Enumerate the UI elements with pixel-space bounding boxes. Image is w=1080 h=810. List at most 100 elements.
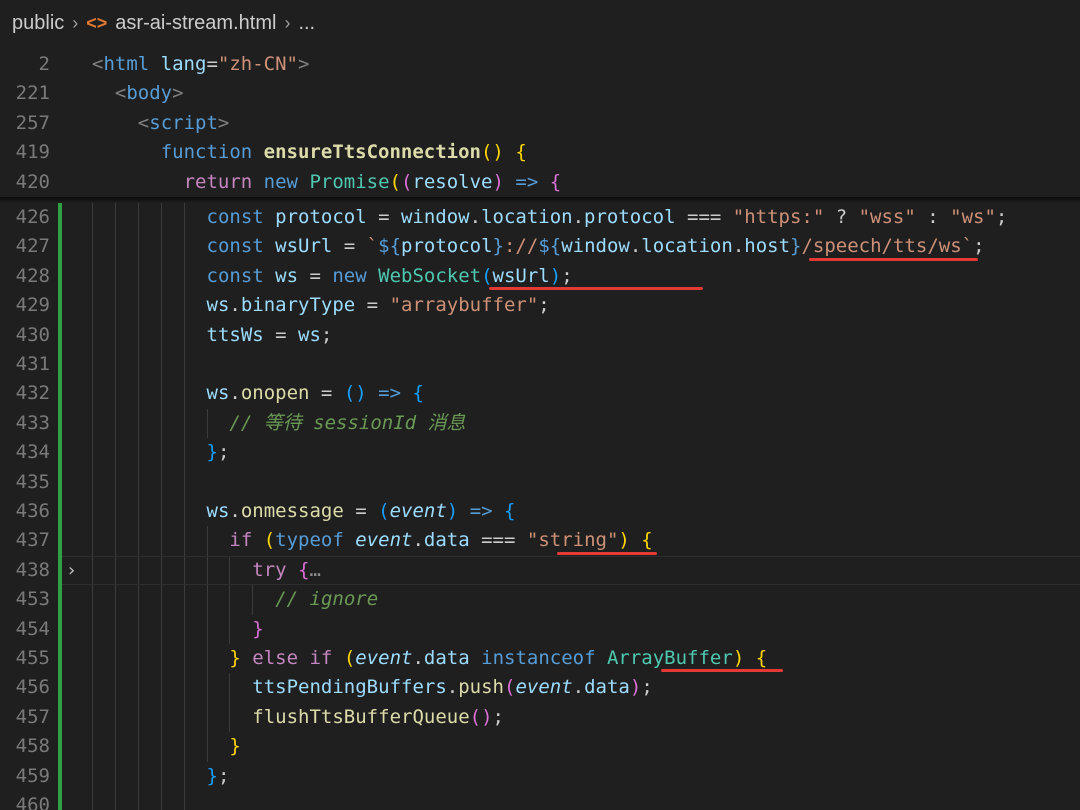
code-line[interactable]: 458} [0, 732, 1080, 761]
line-number: 430 [15, 323, 50, 346]
code-token: if [229, 529, 264, 552]
code-token: window [561, 235, 630, 258]
code-token: "ws" [950, 206, 996, 228]
sticky-scroll-shadow [0, 197, 1080, 203]
code-text: } [229, 732, 240, 761]
code-line[interactable]: 454} [0, 615, 1080, 644]
code-token: "string" [526, 529, 619, 552]
code-token: resolve [412, 170, 493, 193]
code-token: . [412, 529, 424, 552]
sticky-scroll-line[interactable]: 419 function ensureTtsConnection() { [0, 138, 1080, 168]
code-text: ttsWs = ws; [207, 321, 333, 350]
code-text: ws.onmessage = (event) => { [207, 497, 516, 526]
code-token: ) [732, 647, 745, 669]
code-text: ws.binaryType = "arraybuffer"; [207, 291, 550, 320]
code-token: = [206, 53, 218, 75]
line-number: 221 [15, 82, 50, 105]
code-token: ttsPendingBuffers [252, 676, 447, 699]
breadcrumb-more[interactable]: ... [298, 12, 315, 35]
code-token: WebSocket [378, 264, 482, 287]
code-editor[interactable]: 426 const protocol = window.location.prot… [0, 50, 1080, 810]
fold-chevron-icon[interactable]: › [66, 556, 77, 585]
code-line[interactable]: 432 ws.onopen = () => { [0, 379, 1080, 408]
code-line[interactable]: 457 flushTtsBufferQueue(); [0, 703, 1080, 732]
code-token: . [412, 647, 424, 669]
code-token: ; [320, 323, 333, 346]
code-token: return [183, 170, 264, 193]
code-token: { [298, 558, 310, 581]
code-line[interactable]: 433 // 等待 sessionId 消息 [0, 409, 1080, 438]
code-line[interactable]: 456 ttsPendingBuffers.push(event.data); [0, 673, 1080, 702]
code-token: data [584, 676, 630, 699]
line-number: 428 [15, 264, 50, 287]
line-number: 434 [15, 441, 50, 464]
chevron-right-icon: › [72, 12, 79, 33]
line-number: 454 [15, 617, 50, 640]
code-token: { [412, 382, 424, 405]
code-token: ( [389, 170, 401, 193]
code-token: push [458, 676, 504, 699]
code-token: event [389, 500, 447, 522]
code-token: ( [481, 264, 493, 287]
annotation-underline [660, 669, 783, 673]
code-token: const [206, 264, 276, 287]
code-token: > [217, 111, 230, 134]
line-number: 429 [15, 294, 50, 317]
code-token: . [732, 235, 745, 258]
code-token: lang [160, 53, 207, 75]
code-token: . [572, 206, 585, 228]
code-token: script [149, 111, 218, 134]
code-token: > [172, 82, 184, 105]
code-token: => [469, 500, 493, 522]
breadcrumb-folder[interactable]: public [12, 12, 64, 35]
code-text: const protocol = window.location.protoco… [207, 203, 1008, 232]
code-token: . [229, 382, 241, 405]
code-token: "arraybuffer" [389, 294, 539, 317]
code-line[interactable]: 434}; [0, 438, 1080, 467]
code-line[interactable]: 455} else if (event.data instanceof Arra… [0, 644, 1080, 673]
code-line[interactable]: 453 // ignore [0, 585, 1080, 614]
sticky-scroll-line[interactable]: 257 <script> [0, 108, 1080, 139]
code-line[interactable]: 426 const protocol = window.location.prot… [0, 203, 1080, 232]
code-line[interactable]: 431 [0, 350, 1080, 379]
code-token: } [492, 235, 504, 258]
annotation-underline [488, 287, 703, 291]
code-token: else if [252, 647, 344, 669]
code-token: < [92, 53, 104, 75]
line-number: 419 [15, 141, 50, 164]
code-line[interactable]: 435 [0, 468, 1080, 497]
code-line[interactable]: 430 ttsWs = ws; [0, 321, 1080, 350]
sticky-scroll-line[interactable]: 221 <body> [0, 79, 1080, 109]
code-token: { [755, 647, 768, 669]
code-token: const [206, 235, 276, 258]
code-line[interactable]: 459}; [0, 762, 1080, 791]
code-token: protocol [401, 235, 493, 258]
sticky-scroll-line[interactable]: 2 <html lang="zh-CN"> [0, 50, 1080, 80]
code-token: = [366, 206, 401, 228]
code-text: <body> [115, 79, 184, 108]
code-text: }; [207, 762, 230, 791]
code-token: . [629, 235, 642, 258]
code-token: ) [549, 264, 562, 287]
code-token: . [469, 206, 482, 228]
code-token: /speech/tts/ws` [801, 235, 974, 258]
code-token: event [515, 676, 573, 699]
code-line[interactable]: 429 ws.binaryType = "arraybuffer"; [0, 291, 1080, 320]
code-line[interactable]: 436 ws.onmessage = (event) => { [0, 497, 1080, 526]
breadcrumb-file[interactable]: asr-ai-stream.html [115, 12, 276, 35]
code-token: data [423, 647, 470, 669]
line-number: 420 [15, 170, 50, 193]
code-line[interactable]: 460 [0, 791, 1080, 810]
code-line[interactable]: 437 if (typeof event.data === "string") { [0, 526, 1080, 555]
code-text: } [252, 615, 263, 644]
code-token: ( [343, 647, 356, 669]
code-token: } [252, 617, 264, 640]
code-token: { [515, 141, 527, 164]
code-text: // ignore [275, 585, 378, 614]
code-line[interactable]: 438 try {… [0, 556, 1080, 585]
sticky-scroll-line[interactable]: 420 return new Promise((resolve) => { [0, 167, 1080, 197]
code-token: } [790, 235, 802, 258]
code-text: return new Promise((resolve) => { [184, 168, 562, 197]
